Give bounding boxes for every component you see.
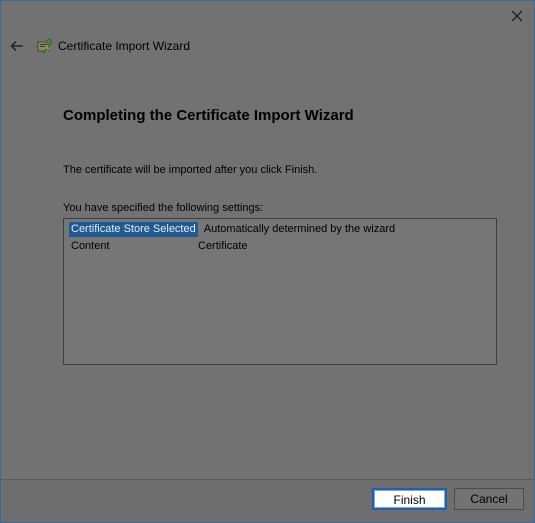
settings-key: Certificate Store Selected [69,222,198,237]
back-arrow-icon [10,41,23,51]
wizard-header: Certificate Import Wizard [9,34,190,58]
cancel-button[interactable]: Cancel [454,488,524,510]
settings-value: Automatically determined by the wizard [203,223,396,235]
certificate-import-wizard-window: Certificate Import Wizard Completing the… [0,0,535,523]
close-icon [511,10,523,22]
settings-label: You have specified the following setting… [63,202,264,214]
settings-key: Content [71,240,110,252]
page-heading: Completing the Certificate Import Wizard [63,107,354,124]
settings-list[interactable]: Certificate Store Selected Automatically… [63,218,497,365]
close-button[interactable] [508,7,526,25]
back-button[interactable] [9,38,25,54]
settings-row[interactable]: Certificate Store Selected Automatically… [69,222,395,237]
finish-button[interactable]: Finish [372,488,447,510]
window-title: Certificate Import Wizard [58,39,191,53]
intro-text: The certificate will be imported after y… [63,164,318,176]
button-bar: Finish Cancel [1,479,534,522]
settings-value: Certificate [198,240,248,252]
certificate-icon [37,39,52,54]
settings-row[interactable]: Content Certificate [69,239,248,254]
